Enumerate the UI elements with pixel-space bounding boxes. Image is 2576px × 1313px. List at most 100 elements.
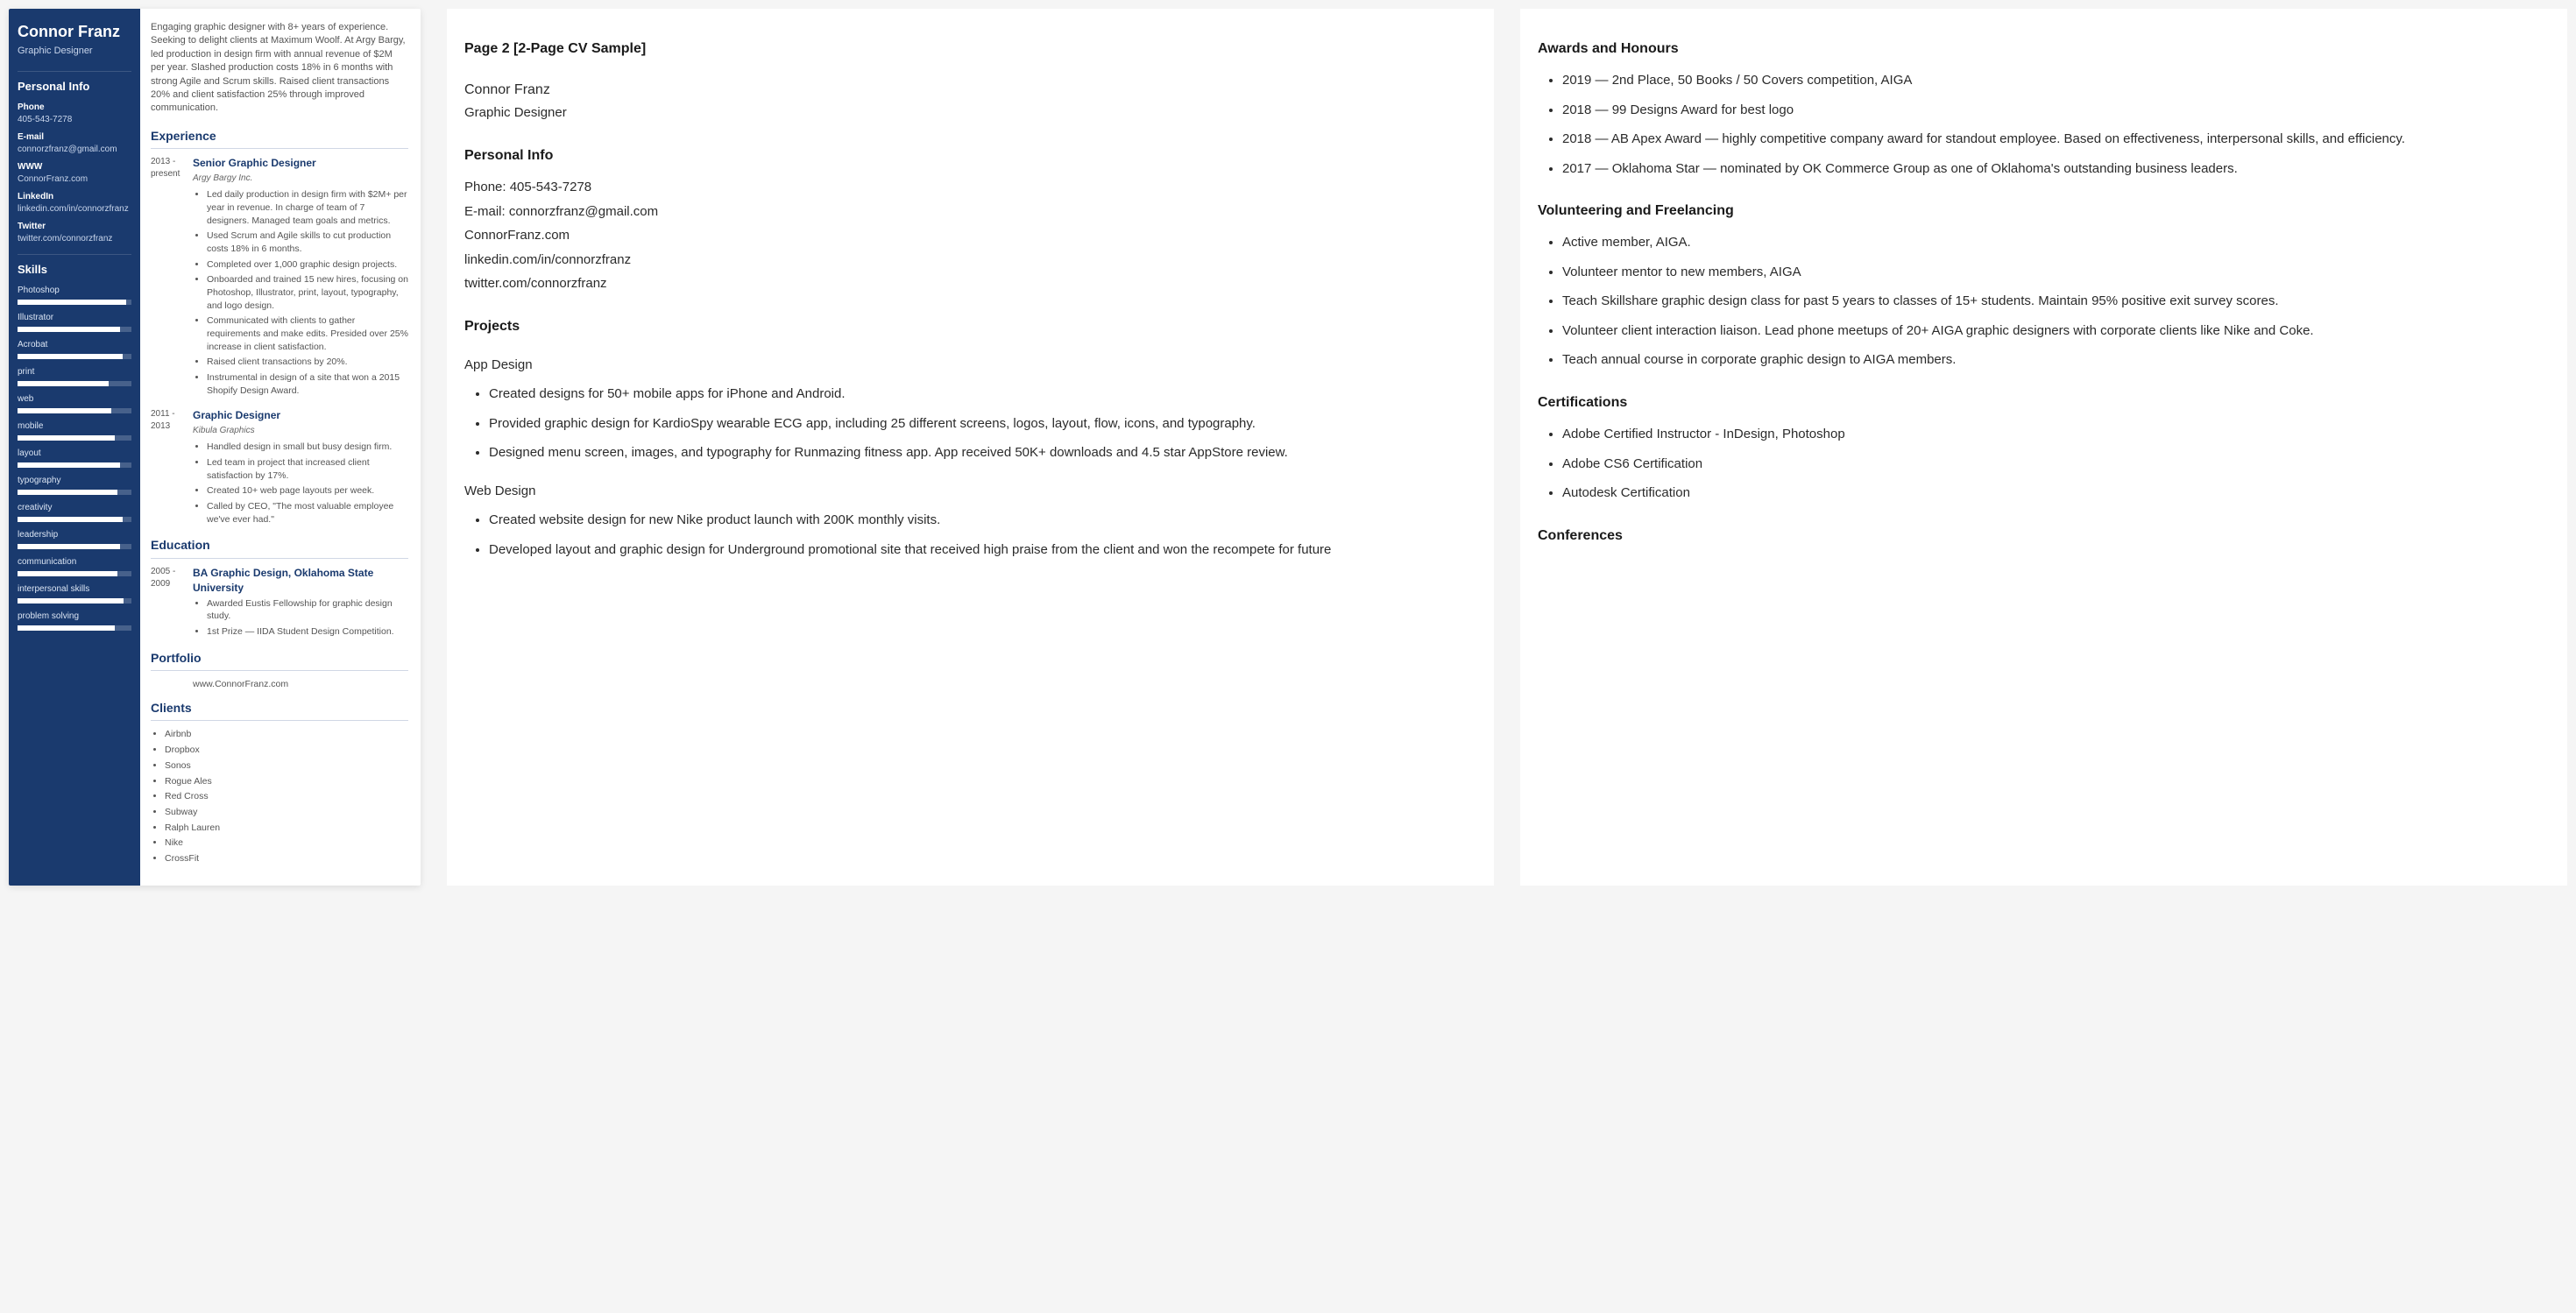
skill-name: leadership [18, 529, 131, 541]
list-item: Teach Skillshare graphic design class fo… [1562, 290, 2550, 313]
list-item: Awarded Eustis Fellowship for graphic de… [207, 597, 408, 623]
bullet-item: Completed over 1,000 graphic design proj… [207, 258, 408, 272]
skill-name: Acrobat [18, 339, 131, 351]
list-item: 2019 — 2nd Place, 50 Books / 50 Covers c… [1562, 69, 2550, 92]
list-item: Autodesk Certification [1562, 482, 2550, 505]
list-item: 2017 — Oklahoma Star — nominated by OK C… [1562, 158, 2550, 180]
contact-line: twitter.com/connorzfranz [464, 272, 1476, 295]
page2-contacts: Phone: 405-543-7278E-mail: connorzfranz@… [464, 176, 1476, 295]
list-item: 2018 — AB Apex Award — highly competitiv… [1562, 128, 2550, 151]
list-item: 1st Prize — IIDA Student Design Competit… [207, 625, 408, 639]
contact-value: linkedin.com/in/connorzfranz [18, 203, 131, 215]
job-bullets: Handled design in small but busy design … [193, 441, 408, 526]
certs-heading: Certifications [1538, 391, 2550, 414]
list-item: Adobe Certified Instructor - InDesign, P… [1562, 423, 2550, 446]
list-item: 2018 — 99 Designs Award for best logo [1562, 99, 2550, 122]
skill-item: interpersonal skills [18, 583, 131, 604]
contact-label: Phone [18, 102, 131, 114]
portfolio-link: www.ConnorFranz.com [151, 678, 408, 691]
job-dates: 2011 - 2013 [151, 408, 193, 528]
list-item: Created designs for 50+ mobile apps for … [489, 383, 1476, 406]
list-item: Designed menu screen, images, and typogr… [489, 441, 1476, 464]
bullet-item: Onboarded and trained 15 new hires, focu… [207, 273, 408, 312]
skill-item: print [18, 366, 131, 386]
skill-name: creativity [18, 502, 131, 514]
contact-line: linkedin.com/in/connorzfranz [464, 249, 1476, 272]
list-item: Provided graphic design for KardioSpy we… [489, 413, 1476, 435]
bullet-item: Communicated with clients to gather requ… [207, 314, 408, 353]
skills-heading: Skills [18, 254, 131, 278]
portfolio-heading: Portfolio [151, 650, 408, 672]
job-bullets: Led daily production in design firm with… [193, 188, 408, 397]
contact-value: connorzfranz@gmail.com [18, 144, 131, 156]
list-item: Active member, AIGA. [1562, 231, 2550, 254]
volunteer-list: Active member, AIGA. Volunteer mentor to … [1538, 231, 2550, 371]
skill-name: Photoshop [18, 285, 131, 297]
skill-name: communication [18, 556, 131, 568]
job-entry: 2013 - presentSenior Graphic DesignerArg… [151, 156, 408, 399]
web-design-heading: Web Design [464, 480, 1476, 503]
bullet-item: Instrumental in design of a site that wo… [207, 371, 408, 397]
skill-item: web [18, 393, 131, 413]
personal-info-heading: Personal Info [18, 71, 131, 95]
list-item: Airbnb [165, 728, 408, 741]
contact-line: ConnorFranz.com [464, 224, 1476, 247]
skill-item: Acrobat [18, 339, 131, 359]
skill-item: Photoshop [18, 285, 131, 305]
skill-bar [18, 517, 131, 522]
job-title: Senior Graphic Designer [193, 156, 408, 171]
jobs-list: 2013 - presentSenior Graphic DesignerArg… [151, 156, 408, 528]
clients-list: AirbnbDropboxSonosRogue AlesRed CrossSub… [151, 728, 408, 865]
page2-role: Graphic Designer [464, 102, 1476, 124]
skill-bar [18, 625, 131, 631]
volunteer-heading: Volunteering and Freelancing [1538, 199, 2550, 222]
skill-bar [18, 598, 131, 604]
skill-name: layout [18, 448, 131, 460]
bullet-item: Called by CEO, "The most valuable employ… [207, 500, 408, 526]
skill-bar [18, 571, 131, 576]
skill-name: Illustrator [18, 312, 131, 324]
list-item: Adobe CS6 Certification [1562, 453, 2550, 476]
list-item: Dropbox [165, 744, 408, 757]
skill-item: mobile [18, 420, 131, 441]
skill-bar [18, 354, 131, 359]
skill-item: communication [18, 556, 131, 576]
bullet-item: Raised client transactions by 20%. [207, 356, 408, 369]
skill-item: typography [18, 475, 131, 495]
list-item: Nike [165, 837, 408, 850]
contact-line: E-mail: connorzfranz@gmail.com [464, 201, 1476, 223]
page2-left-column: Page 2 [2-Page CV Sample] Connor Franz G… [447, 9, 1494, 886]
page2-title: Page 2 [2-Page CV Sample] [464, 37, 1476, 60]
contact-value: ConnorFranz.com [18, 173, 131, 186]
skill-item: Illustrator [18, 312, 131, 332]
experience-heading: Experience [151, 128, 408, 150]
list-item: Teach annual course in corporate graphic… [1562, 349, 2550, 371]
edu-title: BA Graphic Design, Oklahoma State Univer… [193, 566, 408, 596]
contact-line: Phone: 405-543-7278 [464, 176, 1476, 199]
web-design-list: Created website design for new Nike prod… [464, 509, 1476, 561]
skill-bar [18, 544, 131, 549]
conferences-heading: Conferences [1538, 524, 2550, 547]
job-company: Argy Bargy Inc. [193, 173, 408, 185]
contact-value: 405-543-7278 [18, 114, 131, 126]
skill-bar [18, 490, 131, 495]
list-item: Volunteer mentor to new members, AIGA [1562, 261, 2550, 284]
list-item: CrossFit [165, 852, 408, 865]
bullet-item: Led team in project that increased clien… [207, 456, 408, 482]
bullet-item: Handled design in small but busy design … [207, 441, 408, 454]
page2-name: Connor Franz [464, 78, 1476, 102]
bullet-item: Created 10+ web page layouts per week. [207, 484, 408, 498]
skill-item: layout [18, 448, 131, 468]
job-title: Graphic Designer [193, 408, 408, 423]
list-item: Developed layout and graphic design for … [489, 539, 1476, 561]
contact-label: E-mail [18, 131, 131, 144]
bullet-item: Led daily production in design firm with… [207, 188, 408, 227]
skill-name: mobile [18, 420, 131, 433]
candidate-name: Connor Franz [18, 21, 131, 43]
contact-label: Twitter [18, 221, 131, 233]
projects-heading: Projects [464, 314, 1476, 338]
page2-personal-info-heading: Personal Info [464, 144, 1476, 167]
skill-bar [18, 327, 131, 332]
education-heading: Education [151, 537, 408, 559]
edu-dates: 2005 - 2009 [151, 566, 193, 641]
